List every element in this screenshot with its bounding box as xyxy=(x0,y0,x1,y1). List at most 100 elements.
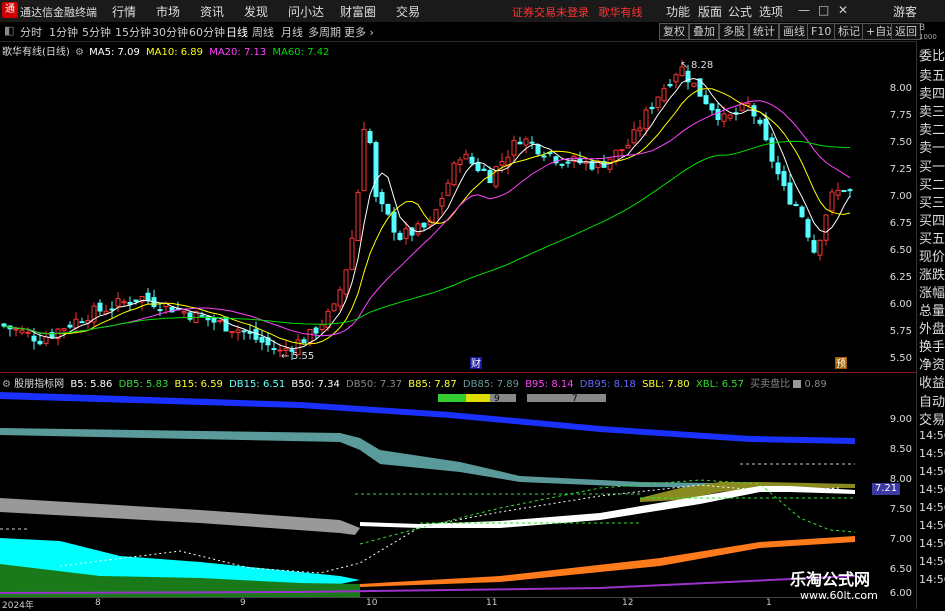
tab-trade[interactable]: 交易 xyxy=(919,409,945,428)
period-daily[interactable]: 日线 xyxy=(226,24,248,40)
tool-layout[interactable]: 版面 xyxy=(698,3,722,20)
candle-body[interactable] xyxy=(691,82,697,87)
candle-body[interactable] xyxy=(667,83,673,87)
candle-body[interactable] xyxy=(439,198,445,207)
candle-body[interactable] xyxy=(349,237,355,270)
btn-f10[interactable]: F10 xyxy=(807,23,836,40)
candle-body[interactable] xyxy=(385,203,391,215)
candle-body[interactable] xyxy=(499,160,505,166)
candle-body[interactable] xyxy=(631,129,637,144)
minimize-icon[interactable]: — xyxy=(798,3,810,17)
candle-body[interactable] xyxy=(661,88,667,102)
candle-body[interactable] xyxy=(217,320,223,323)
candle-body[interactable] xyxy=(115,298,121,307)
candle-body[interactable] xyxy=(511,140,517,156)
menu-item-ask[interactable]: 问小达 xyxy=(288,3,324,20)
period-15min[interactable]: 15分钟 xyxy=(115,24,151,40)
candle-body[interactable] xyxy=(373,142,379,197)
tab-price[interactable]: 现价 xyxy=(919,246,945,265)
candle-body[interactable] xyxy=(823,214,829,241)
candle-body[interactable] xyxy=(841,190,847,193)
candle-body[interactable] xyxy=(121,301,127,304)
btn-mark[interactable]: 标记 xyxy=(834,23,864,40)
candle-body[interactable] xyxy=(703,95,709,105)
candle-body[interactable] xyxy=(481,168,487,171)
candle-body[interactable] xyxy=(451,162,457,186)
candle-body[interactable] xyxy=(613,149,619,162)
candle-body[interactable] xyxy=(307,328,313,344)
settings-icon[interactable]: ⚙ xyxy=(75,47,84,58)
candle-body[interactable] xyxy=(319,324,325,330)
candle-body[interactable] xyxy=(625,144,631,149)
candle-body[interactable] xyxy=(211,317,217,323)
candle-body[interactable] xyxy=(649,106,655,110)
candle-body[interactable] xyxy=(1,323,7,327)
candle-body[interactable] xyxy=(517,141,523,145)
candle-body[interactable] xyxy=(673,74,679,83)
period-weekly[interactable]: 周线 xyxy=(252,24,274,40)
candle-body[interactable] xyxy=(715,108,721,121)
candle-body[interactable] xyxy=(463,153,469,160)
candle-body[interactable] xyxy=(817,239,823,256)
candle-body[interactable] xyxy=(397,232,403,240)
candle-body[interactable] xyxy=(331,303,337,312)
candle-body[interactable] xyxy=(61,328,67,331)
candle-body[interactable] xyxy=(187,312,193,320)
candle-body[interactable] xyxy=(805,219,811,238)
candle-body[interactable] xyxy=(49,332,55,338)
tool-options[interactable]: 选项 xyxy=(759,3,783,20)
candle-body[interactable] xyxy=(769,137,775,162)
candle-body[interactable] xyxy=(67,324,73,328)
candle-body[interactable] xyxy=(619,149,625,152)
tab-outer[interactable]: 外盘 xyxy=(919,318,945,337)
candle-body[interactable] xyxy=(421,222,427,228)
candle-body[interactable] xyxy=(181,311,187,314)
candle-body[interactable] xyxy=(391,211,397,233)
candle-body[interactable] xyxy=(475,162,481,172)
toggle-icon[interactable]: ◧ xyxy=(4,24,14,37)
candle-body[interactable] xyxy=(199,314,205,317)
candle-body[interactable] xyxy=(643,109,649,130)
candle-body[interactable] xyxy=(637,127,643,132)
candle-body[interactable] xyxy=(799,206,805,218)
candle-body[interactable] xyxy=(79,321,85,324)
btn-draw[interactable]: 画线 xyxy=(779,23,809,40)
tab-sell4[interactable]: 卖四 xyxy=(919,83,945,102)
candle-body[interactable] xyxy=(793,204,799,207)
candle-body[interactable] xyxy=(565,161,571,164)
candle-body[interactable] xyxy=(811,240,817,253)
candle-body[interactable] xyxy=(271,348,277,351)
menu-item-discover[interactable]: 发现 xyxy=(244,3,268,20)
menu-item-news[interactable]: 资讯 xyxy=(200,3,224,20)
tab-buy1[interactable]: 买一 xyxy=(919,156,945,175)
btn-multistock[interactable]: 多股 xyxy=(719,23,749,40)
period-30min[interactable]: 30分钟 xyxy=(152,24,188,40)
period-timeshare[interactable]: 分时 xyxy=(20,24,42,40)
candle-body[interactable] xyxy=(25,331,31,334)
candle-body[interactable] xyxy=(13,328,19,331)
period-monthly[interactable]: 月线 xyxy=(281,24,303,40)
tab-volume[interactable]: 总量 xyxy=(919,300,945,319)
period-5min[interactable]: 5分钟 xyxy=(82,24,111,40)
period-more[interactable]: 更多 › xyxy=(344,24,374,40)
candle-body[interactable] xyxy=(523,138,529,146)
candle-body[interactable] xyxy=(787,182,793,205)
menu-item-market[interactable]: 市场 xyxy=(156,3,180,20)
menu-item-quotes[interactable]: 行情 xyxy=(112,3,136,20)
candle-body[interactable] xyxy=(745,103,751,106)
tab-buy4[interactable]: 买四 xyxy=(919,210,945,229)
candle-body[interactable] xyxy=(97,302,103,312)
menu-item-trade[interactable]: 交易 xyxy=(396,3,420,20)
candle-body[interactable] xyxy=(763,118,769,141)
candle-body[interactable] xyxy=(343,269,349,295)
indicator-chart[interactable]: 9 7 xyxy=(0,388,872,597)
period-1min[interactable]: 1分钟 xyxy=(49,24,78,40)
candle-body[interactable] xyxy=(157,309,163,312)
tab-buy2[interactable]: 买二 xyxy=(919,174,945,193)
candle-body[interactable] xyxy=(259,337,265,343)
candle-body[interactable] xyxy=(379,192,385,205)
candle-body[interactable] xyxy=(829,191,835,212)
kline-chart[interactable]: 8.28 5.55 ← ↖ 财 预 xyxy=(0,41,872,371)
candle-body[interactable] xyxy=(253,328,259,340)
candle-body[interactable] xyxy=(133,299,139,302)
